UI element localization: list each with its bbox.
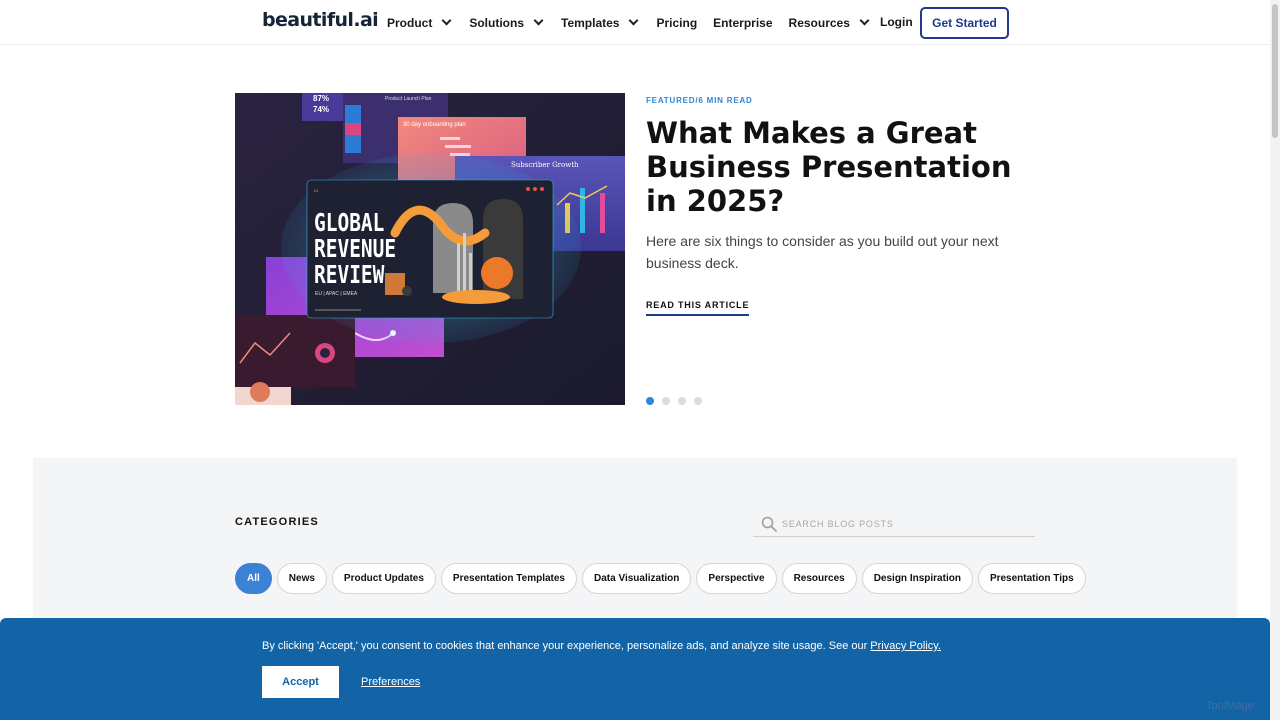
cookie-banner: [0, 618, 1270, 720]
page: beautiful.ai Product Solutions Templates…: [0, 0, 1280, 720]
stat-text: 74%: [313, 105, 329, 114]
chevron-down-icon: [441, 15, 452, 26]
slide-headline: REVIEW: [314, 261, 385, 290]
category-chip-design-inspiration[interactable]: Design Inspiration: [861, 563, 973, 594]
category-chip-presentation-tips[interactable]: Presentation Tips: [977, 563, 1086, 594]
cookie-consent-text: By clicking 'Accept,' you consent to coo…: [262, 640, 941, 652]
slide-subtitle: EU | APAC | EMEA: [315, 291, 358, 297]
nav-item-label: Product: [387, 15, 433, 30]
accept-cookies-button[interactable]: Accept: [262, 666, 339, 698]
category-chip-presentation-templates[interactable]: Presentation Templates: [440, 563, 577, 594]
carousel-dots: [646, 397, 710, 405]
nav-item-label: Enterprise: [713, 15, 773, 30]
cookie-message: By clicking 'Accept,' you consent to coo…: [262, 640, 868, 652]
logo[interactable]: beautiful.ai: [262, 9, 379, 31]
categories-title: CATEGORIES: [235, 516, 319, 528]
nav-item-pricing[interactable]: Pricing: [656, 16, 697, 30]
search-input[interactable]: [782, 516, 1022, 532]
category-chip-data-visualization[interactable]: Data Visualization: [582, 563, 692, 594]
nav-item-solutions[interactable]: Solutions: [469, 16, 545, 30]
carousel-dot[interactable]: [662, 397, 670, 405]
slide-headline: REVENUE: [314, 235, 396, 264]
nav-item-label: Pricing: [656, 15, 698, 30]
nav-item-resources[interactable]: Resources: [789, 16, 871, 30]
category-filters: All News Product Updates Presentation Te…: [235, 563, 1091, 594]
article-title[interactable]: What Makes a Great Business Presentation…: [646, 116, 1026, 218]
category-chip-resources[interactable]: Resources: [781, 563, 857, 594]
category-chip-perspective[interactable]: Perspective: [696, 563, 777, 594]
search-icon: [761, 516, 777, 532]
carousel-dot[interactable]: [646, 397, 654, 405]
stat-text: 87%: [313, 94, 329, 103]
nav-item-label: Solutions: [469, 15, 525, 30]
slide-title: Product Launch Plan: [385, 96, 432, 102]
read-article-link[interactable]: READ THIS ARTICLE: [646, 300, 750, 316]
cookie-preferences-link[interactable]: Preferences: [361, 676, 420, 688]
chevron-down-icon: [533, 15, 544, 26]
top-navigation: beautiful.ai Product Solutions Templates…: [0, 0, 1270, 45]
nav-item-templates[interactable]: Templates: [561, 16, 640, 30]
watermark: ToolMage: [1206, 700, 1254, 712]
slide-title: 30 day onboarding plan: [403, 122, 466, 128]
featured-tag: FEATURED/6 MIN READ: [646, 96, 753, 105]
privacy-policy-link[interactable]: Privacy Policy.: [870, 640, 941, 652]
get-started-button[interactable]: Get Started: [920, 7, 1009, 39]
carousel-dot[interactable]: [678, 397, 686, 405]
scrollbar[interactable]: [1270, 0, 1280, 720]
slide-title: Subscriber Growth: [511, 161, 579, 169]
category-chip-all[interactable]: All: [235, 563, 272, 594]
category-chip-product-updates[interactable]: Product Updates: [331, 563, 436, 594]
nav-item-enterprise[interactable]: Enterprise: [713, 16, 772, 30]
article-description: Here are six things to consider as you b…: [646, 233, 999, 271]
slide-headline: GLOBAL: [314, 209, 384, 238]
nav-item-label: Templates: [561, 15, 620, 30]
nav-item-product[interactable]: Product: [387, 16, 453, 30]
chevron-down-icon: [629, 15, 639, 26]
slide-number: 01: [314, 188, 319, 193]
scrollbar-thumb[interactable]: [1272, 4, 1278, 138]
nav-menu: Product Solutions Templates Pricing Ente…: [387, 0, 887, 45]
nav-item-label: Resources: [788, 15, 850, 30]
login-link[interactable]: Login: [880, 15, 913, 29]
category-chip-news[interactable]: News: [276, 563, 327, 594]
chevron-down-icon: [859, 15, 870, 26]
carousel-dot[interactable]: [694, 397, 702, 405]
presentation-collage-illustration: 87% 74% Product Launch Plan 30 day onboa…: [235, 93, 625, 405]
blog-search: [753, 513, 1035, 537]
featured-article-image[interactable]: 87% 74% Product Launch Plan 30 day onboa…: [235, 93, 625, 405]
